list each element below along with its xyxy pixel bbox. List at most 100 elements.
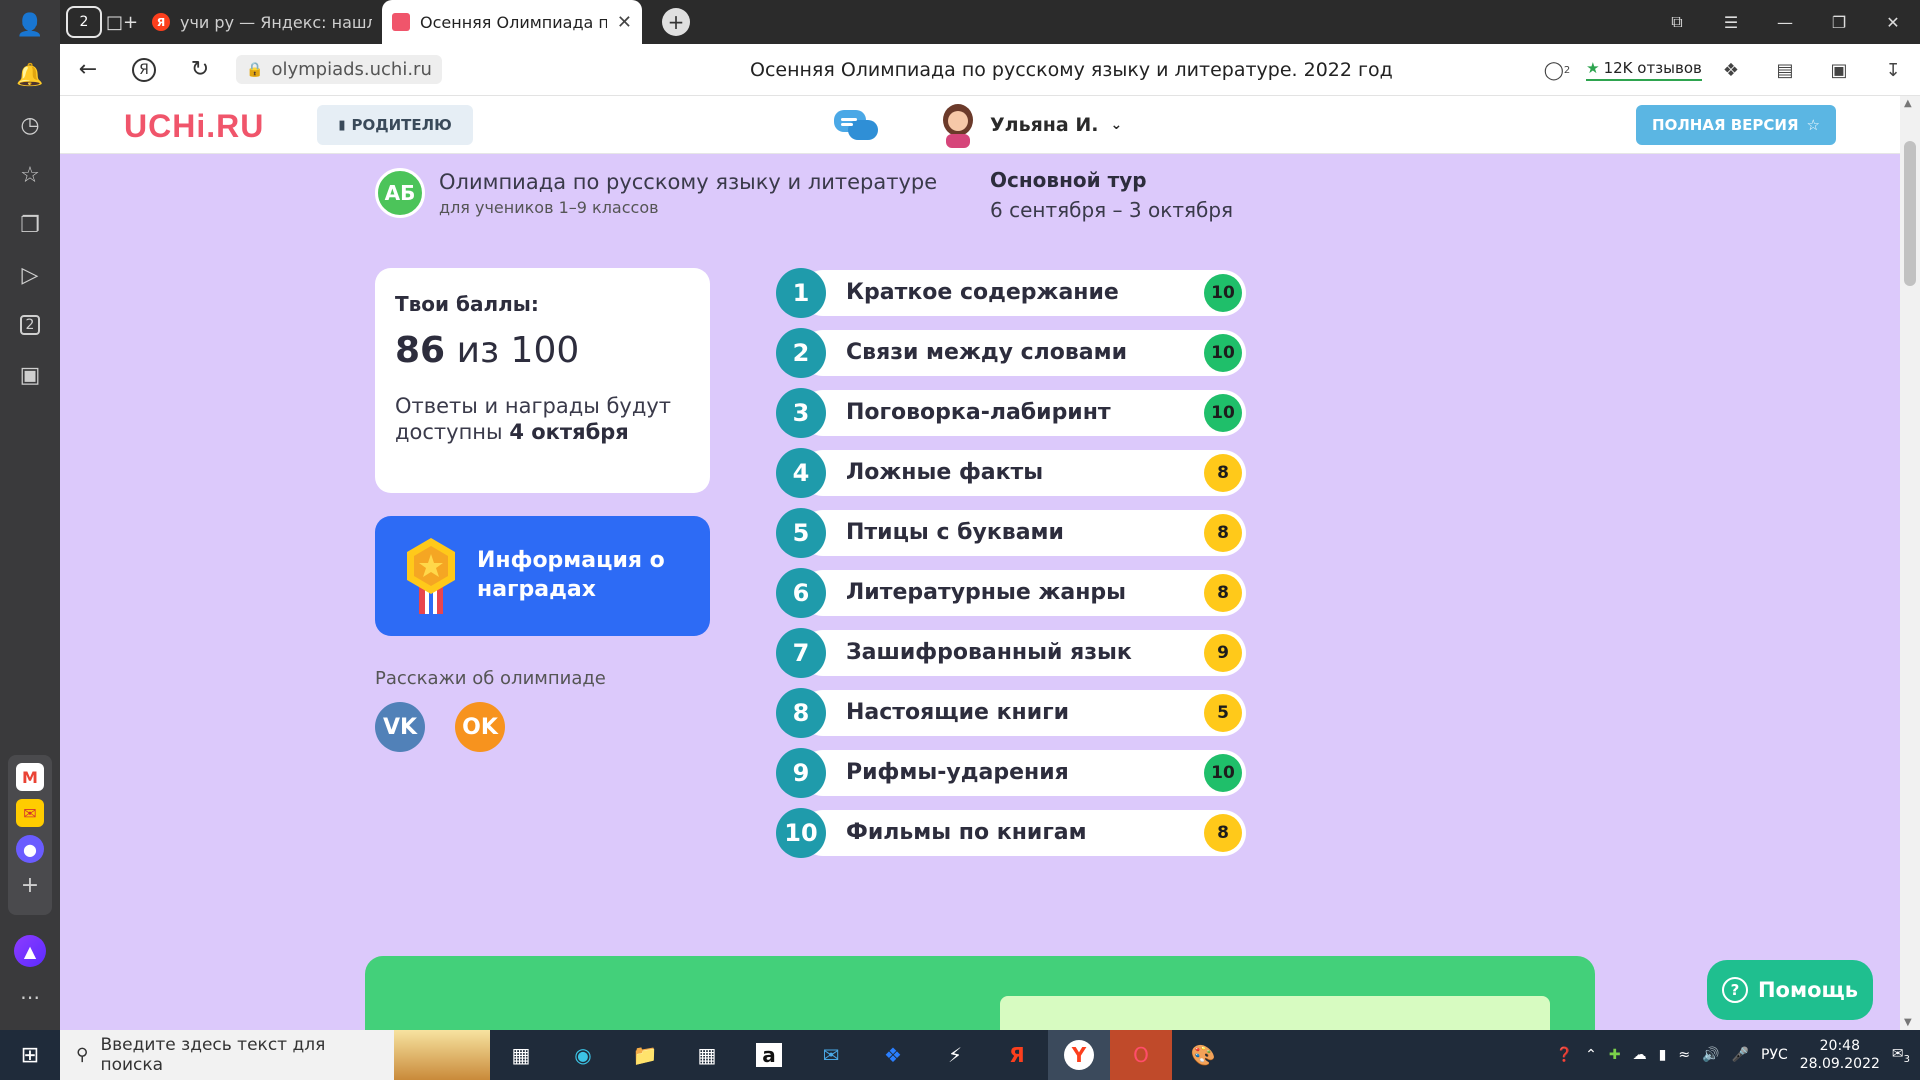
battery-icon[interactable]: ▮ — [1659, 1047, 1667, 1063]
yandex-browser-icon[interactable]: Y — [1048, 1030, 1110, 1080]
task-row[interactable]: 10 Фильмы по книгам 8 — [776, 808, 1248, 858]
more-icon[interactable]: ⋯ — [0, 985, 60, 1009]
score-max: из 100 — [456, 330, 580, 371]
play-icon[interactable]: ▷ — [0, 250, 60, 300]
close-window-icon[interactable]: ✕ — [1866, 0, 1920, 44]
tab-group-home-button[interactable]: 2 — [66, 6, 102, 38]
help-button[interactable]: ? Помощь — [1707, 960, 1873, 1020]
yandex-logo-icon[interactable]: Я — [116, 44, 172, 96]
page-title: Осенняя Олимпиада по русскому языку и ли… — [750, 59, 1393, 81]
olympiad-logo-icon: АБ — [375, 168, 425, 218]
task-points: 10 — [1204, 274, 1242, 312]
task-row[interactable]: 5 Птицы с буквами 8 — [776, 508, 1248, 558]
reviews-link[interactable]: ★ 12K отзывов — [1584, 44, 1704, 96]
minimize-icon[interactable]: — — [1758, 0, 1812, 44]
amazon-icon[interactable]: a — [738, 1030, 800, 1080]
task-points: 8 — [1204, 814, 1242, 852]
vk-share-button[interactable]: VK — [375, 702, 425, 752]
add-app-icon[interactable]: + — [16, 871, 44, 899]
task-points: 9 — [1204, 634, 1242, 672]
url-field[interactable]: 🔒 olympiads.uchi.ru — [236, 55, 442, 84]
language-indicator[interactable]: РУС — [1761, 1047, 1788, 1063]
tab-olympiad[interactable]: Осенняя Олимпиада по ✕ — [382, 0, 642, 44]
task-points: 8 — [1204, 514, 1242, 552]
parent-button[interactable]: ▮ РОДИТЕЛЮ — [317, 105, 473, 145]
volume-icon[interactable]: 🔊 — [1702, 1047, 1719, 1063]
extension-icon[interactable]: ▣ — [1812, 44, 1866, 96]
back-icon[interactable]: ← — [60, 44, 116, 96]
download-icon[interactable]: ↧ — [1866, 44, 1920, 96]
explorer-icon[interactable]: 📁 — [614, 1030, 676, 1080]
store-icon[interactable]: ▦ — [676, 1030, 738, 1080]
uchi-favicon — [392, 13, 410, 31]
task-row[interactable]: 1 Краткое содержание 10 — [776, 268, 1248, 318]
dropbox-icon[interactable]: ❖ — [862, 1030, 924, 1080]
restore-icon[interactable]: ❐ — [1812, 0, 1866, 44]
scroll-thumb[interactable] — [1904, 141, 1916, 286]
uchi-logo[interactable]: UCHi.RU — [124, 108, 264, 145]
collections-icon[interactable]: ⧉ — [1650, 0, 1704, 44]
yandex-app-icon[interactable]: Я — [986, 1030, 1048, 1080]
new-tab-group-icon[interactable]: □+ — [102, 4, 142, 40]
mail-icon[interactable]: ✉ — [16, 799, 44, 827]
task-row[interactable]: 9 Рифмы-ударения 10 — [776, 748, 1248, 798]
windows-start-icon[interactable]: ⊞ — [0, 1030, 60, 1080]
score-note: Ответы и награды будут доступны 4 октябр… — [395, 393, 690, 446]
profile-icon[interactable]: 👤 — [0, 0, 60, 50]
task-row[interactable]: 4 Ложные факты 8 — [776, 448, 1248, 498]
mic-icon[interactable]: 🎤 — [1732, 1047, 1749, 1063]
new-tab-button[interactable]: + — [662, 8, 690, 36]
notifications-icon[interactable]: ✉3 — [1892, 1046, 1910, 1065]
clock[interactable]: 20:48 28.09.2022 — [1800, 1037, 1880, 1073]
task-row[interactable]: 2 Связи между словами 10 — [776, 328, 1248, 378]
task-row[interactable]: 6 Литературные жанры 8 — [776, 568, 1248, 618]
tab-yandex-search[interactable]: Я учи ру — Яндекс: нашлос — [142, 0, 382, 44]
close-tab-icon[interactable]: ✕ — [617, 12, 632, 33]
paint-icon[interactable]: 🎨 — [1172, 1030, 1234, 1080]
tray-app-icon[interactable]: ✚ — [1609, 1047, 1621, 1063]
tabs-count-icon[interactable]: 2 — [0, 300, 60, 350]
app-icon[interactable]: ⚡ — [924, 1030, 986, 1080]
edge-icon[interactable]: ◉ — [552, 1030, 614, 1080]
search-illustration — [393, 1030, 490, 1080]
task-points: 10 — [1204, 394, 1242, 432]
screenshot-icon[interactable]: ▣ — [0, 350, 60, 400]
scroll-up-icon[interactable]: ▲ — [1904, 98, 1912, 109]
tab-title: учи ру — Яндекс: нашлос — [180, 12, 372, 32]
task-row[interactable]: 3 Поговорка-лабиринт 10 — [776, 388, 1248, 438]
wifi-icon[interactable]: ≈ — [1678, 1047, 1690, 1063]
collections-icon[interactable]: ❐ — [0, 200, 60, 250]
opera-icon[interactable]: O — [1110, 1030, 1172, 1080]
mail-app-icon[interactable]: ✉ — [800, 1030, 862, 1080]
menu-icon[interactable]: ☰ — [1704, 0, 1758, 44]
chat-icon[interactable] — [832, 106, 880, 146]
task-row[interactable]: 7 Зашифрованный язык 9 — [776, 628, 1248, 678]
task-list: 1 Краткое содержание 10 2 Связи между словам… — [776, 268, 1248, 868]
task-view-icon[interactable]: ▦ — [490, 1030, 552, 1080]
alice-icon[interactable]: ▲ — [14, 935, 46, 967]
star-icon[interactable]: ☆ — [0, 150, 60, 200]
protect-icon[interactable]: ◯ 2 — [1530, 44, 1584, 96]
cloud-icon[interactable]: ☁ — [1633, 1047, 1647, 1063]
help-tray-icon[interactable]: ❓ — [1556, 1047, 1573, 1063]
chevron-up-icon[interactable]: ⌃ — [1585, 1047, 1597, 1063]
user-menu[interactable]: Ульяна И. ⌄ — [938, 102, 1122, 148]
full-version-button[interactable]: ПОЛНАЯ ВЕРСИЯ ☆ — [1636, 105, 1836, 145]
scroll-down-icon[interactable]: ▼ — [1904, 1017, 1912, 1028]
search-icon: ⚲ — [76, 1045, 89, 1065]
reload-icon[interactable]: ↻ — [172, 44, 228, 96]
task-row[interactable]: 8 Настоящие книги 5 — [776, 688, 1248, 738]
task-name: Настоящие книги — [846, 700, 1070, 725]
bell-icon[interactable]: 🔔 — [0, 50, 60, 100]
reader-icon[interactable]: ▤ — [1758, 44, 1812, 96]
taskbar-search[interactable]: ⚲ Введите здесь текст для поиска — [60, 1030, 490, 1080]
messenger-icon[interactable]: ● — [16, 835, 44, 863]
awards-info-button[interactable]: Информация о наградах — [375, 516, 710, 636]
history-icon[interactable]: ◷ — [0, 100, 60, 150]
bookmark-icon[interactable]: ❖ — [1704, 44, 1758, 96]
page-scrollbar[interactable]: ▲ ▼ — [1900, 96, 1920, 1030]
review-star-icon: ★ — [1586, 59, 1600, 77]
gmail-icon[interactable]: M — [16, 763, 44, 791]
score-points: 86 — [395, 330, 446, 371]
ok-share-button[interactable]: OK — [455, 702, 505, 752]
